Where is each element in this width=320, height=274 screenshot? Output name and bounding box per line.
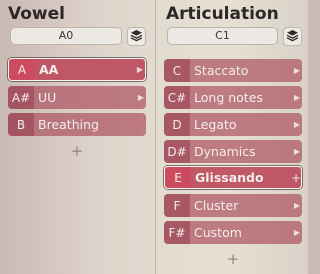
vowel-layers-button[interactable] <box>127 27 146 46</box>
chevron-right-icon: ▶ <box>293 66 301 75</box>
articulation-key-field[interactable]: C1 <box>167 27 278 45</box>
vowel-item-uu[interactable]: A# UU ▶ <box>8 86 146 109</box>
articulation-add-button[interactable]: + <box>226 250 240 268</box>
plus-icon: + <box>70 142 84 160</box>
item-key: D# <box>164 140 190 163</box>
articulation-item-staccato[interactable]: C Staccato ▶ <box>164 59 302 82</box>
item-key: E <box>165 167 191 188</box>
chevron-right-icon: ▶ <box>137 93 145 102</box>
item-key: A# <box>8 86 34 109</box>
plus-icon: + <box>291 170 302 185</box>
plus-icon: + <box>226 250 240 268</box>
item-key: D <box>164 113 190 136</box>
chevron-right-icon: ▶ <box>293 228 301 237</box>
chevron-right-icon: ▶ <box>293 120 301 129</box>
vowel-panel: Vowel A0 A AA ▶ A# UU ▶ B Breathing + <box>0 0 155 274</box>
layers-icon <box>286 27 299 46</box>
item-label: Cluster <box>194 198 239 213</box>
vowel-key-field[interactable]: A0 <box>10 27 122 45</box>
item-label: Custom <box>194 225 242 240</box>
articulation-layers-button[interactable] <box>283 27 302 46</box>
articulation-item-cluster[interactable]: F Cluster ▶ <box>164 194 302 217</box>
item-key: F# <box>164 221 190 244</box>
articulation-item-long-notes[interactable]: C# Long notes ▶ <box>164 86 302 109</box>
articulation-item-dynamics[interactable]: D# Dynamics ▶ <box>164 140 302 163</box>
item-label: Long notes <box>194 90 263 105</box>
vowel-item-breathing[interactable]: B Breathing <box>8 113 146 136</box>
vowel-item-aa[interactable]: A AA ▶ <box>8 58 146 81</box>
item-label: Dynamics <box>194 144 256 159</box>
item-key: C# <box>164 86 190 109</box>
item-label: Legato <box>194 117 237 132</box>
item-key: F <box>164 194 190 217</box>
articulation-item-glissando[interactable]: E Glissando + <box>164 166 302 189</box>
item-key: C <box>164 59 190 82</box>
articulation-title: Articulation <box>166 4 279 24</box>
item-label: AA <box>39 62 59 77</box>
item-key: B <box>8 113 34 136</box>
articulation-item-custom[interactable]: F# Custom ▶ <box>164 221 302 244</box>
chevron-right-icon: ▶ <box>293 93 301 102</box>
chevron-right-icon: ▶ <box>293 147 301 156</box>
articulation-item-legato[interactable]: D Legato ▶ <box>164 113 302 136</box>
chevron-right-icon: ▶ <box>293 201 301 210</box>
vowel-title: Vowel <box>8 4 65 24</box>
item-key: A <box>9 59 35 80</box>
item-label: Glissando <box>195 170 264 185</box>
item-label: Staccato <box>194 63 249 78</box>
vowel-add-button[interactable]: + <box>70 142 84 160</box>
layers-icon <box>130 27 143 46</box>
item-label: UU <box>38 90 57 105</box>
item-label: Breathing <box>38 117 99 132</box>
chevron-right-icon: ▶ <box>136 65 144 74</box>
articulation-panel: Articulation C1 C Staccato ▶ C# Long not… <box>155 0 308 274</box>
